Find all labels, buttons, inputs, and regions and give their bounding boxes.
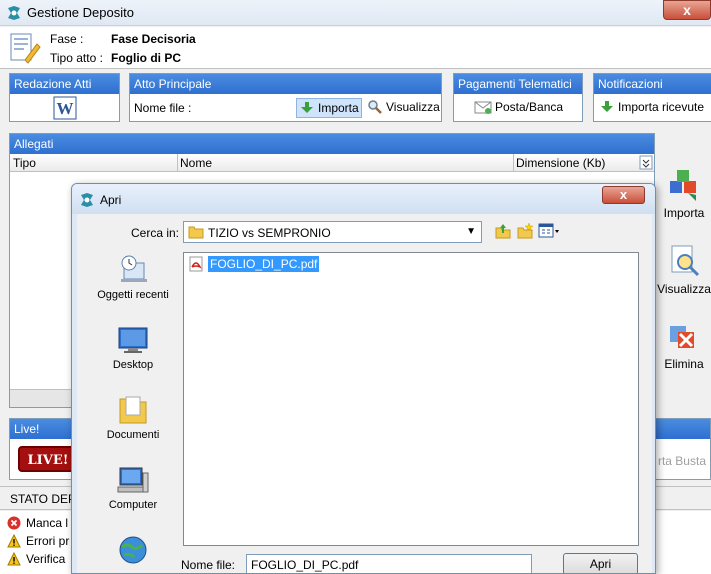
elimina-allegato-label: Elimina — [664, 357, 704, 371]
fase-label: Fase : — [50, 32, 84, 46]
tipo-atto-label: Tipo atto : — [50, 51, 103, 65]
column-header-dimensione[interactable]: Dimensione (Kb) — [516, 156, 605, 170]
main-titlebar: Gestione Deposito x — [0, 0, 711, 26]
file-list[interactable]: FOGLIO_DI_PC.pdf — [183, 252, 639, 546]
word-icon[interactable]: W — [53, 96, 77, 120]
look-in-label: Cerca in: — [131, 226, 180, 240]
open-button[interactable]: Apri — [563, 553, 638, 573]
dialog-body: Cerca in: TIZIO vs SEMPRONIO ▼ Oggetti r… — [77, 214, 652, 573]
magnifier-icon — [368, 100, 382, 114]
look-in-value: TIZIO vs SEMPRONIO — [208, 226, 331, 240]
visualizza-label: Visualizza — [386, 100, 440, 114]
place-documents[interactable]: Documenti — [83, 393, 183, 441]
place-label: Documenti — [106, 429, 160, 441]
dialog-title: Apri — [100, 193, 122, 207]
importa-allegato-label: Importa — [663, 206, 705, 220]
delete-icon — [670, 326, 694, 348]
visualizza-allegato-button[interactable]: Visualizza — [657, 243, 711, 296]
column-header-nome[interactable]: Nome — [180, 156, 212, 170]
place-label: Oggetti recenti — [97, 289, 169, 301]
stato-row-text: Verifica — [26, 552, 66, 566]
importa-allegato-button[interactable]: Importa — [657, 167, 711, 220]
stato-row-text: Errori pr — [26, 534, 70, 548]
filename-label: Nome file: — [181, 558, 236, 572]
list-item[interactable]: FOGLIO_DI_PC.pdf — [188, 256, 320, 272]
documents-folder-icon — [119, 396, 147, 424]
nome-file-label: Nome file : — [134, 101, 192, 115]
import-arrow-icon — [301, 102, 313, 113]
visualizza-atto-button[interactable]: Visualizza — [367, 99, 440, 115]
filename-input[interactable] — [246, 554, 532, 573]
window-title: Gestione Deposito — [27, 5, 134, 20]
recent-items-icon — [121, 255, 147, 282]
app-logo-icon — [81, 193, 93, 207]
visualizza-allegato-label: Visualizza — [657, 282, 711, 296]
network-globe-icon — [119, 536, 147, 564]
stato-row-text: Manca l — [26, 516, 69, 530]
new-folder-icon[interactable] — [516, 222, 534, 240]
list-item: Verifica — [7, 552, 65, 566]
chevron-down-icon: ▼ — [466, 226, 476, 237]
place-network[interactable] — [83, 533, 183, 569]
dialog-titlebar: Apri x — [72, 184, 655, 214]
pagamenti-telematici-title: Pagamenti Telematici — [454, 74, 582, 94]
view-menu-icon[interactable] — [538, 222, 560, 240]
carta-busta-label[interactable]: rta Busta — [658, 454, 706, 468]
import-arrow-icon — [601, 101, 613, 112]
column-chooser-icon[interactable] — [639, 155, 653, 170]
place-label: Computer — [108, 499, 158, 511]
allegati-title: Allegati — [10, 134, 654, 154]
importa-ricevute-label: Importa ricevute — [618, 100, 705, 114]
posta-banca-button[interactable]: Posta/Banca — [474, 99, 563, 115]
tipo-atto-value: Foglio di PC — [111, 51, 181, 65]
places-bar: Oggetti recenti Desktop Documenti Comput… — [83, 253, 183, 573]
info-panel: Fase : Fase Decisoria Tipo atto : Foglio… — [0, 27, 711, 69]
notificazioni-title: Notificazioni — [594, 74, 711, 94]
place-label: Desktop — [112, 359, 154, 371]
look-in-dropdown[interactable]: TIZIO vs SEMPRONIO ▼ — [183, 221, 482, 243]
pagamenti-telematici-group: Pagamenti Telematici Posta/Banca — [453, 73, 583, 122]
importa-ricevute-button[interactable]: Importa ricevute — [599, 99, 704, 115]
view-document-icon — [671, 245, 700, 277]
posta-banca-label: Posta/Banca — [495, 100, 564, 114]
envelope-icon — [474, 101, 492, 114]
file-name: FOGLIO_DI_PC.pdf — [208, 256, 320, 272]
redazione-atti-group: Redazione Atti W — [9, 73, 120, 122]
place-computer[interactable]: Computer — [83, 463, 183, 511]
up-folder-icon[interactable] — [494, 222, 512, 240]
app-logo-icon — [8, 6, 20, 20]
importa-label: Importa — [318, 101, 359, 115]
folder-icon — [188, 226, 204, 239]
live-button[interactable]: LIVE! — [18, 446, 78, 472]
svg-text:W: W — [57, 99, 74, 118]
error-icon — [7, 516, 21, 530]
list-item: Manca l — [7, 516, 68, 530]
warning-icon — [7, 552, 21, 566]
place-recent[interactable]: Oggetti recenti — [83, 253, 183, 301]
importa-atto-button[interactable]: Importa — [296, 98, 362, 118]
atto-principale-title: Atto Principale — [130, 74, 441, 94]
dialog-close-button[interactable]: x — [602, 186, 645, 204]
elimina-allegato-button[interactable]: Elimina — [657, 318, 711, 371]
open-file-dialog: Apri x Cerca in: TIZIO vs SEMPRONIO ▼ Og… — [71, 183, 656, 574]
redazione-atti-title: Redazione Atti — [10, 74, 119, 94]
pdf-file-icon — [189, 256, 203, 272]
allegati-column-headers: Tipo Nome Dimensione (Kb) — [10, 154, 654, 172]
warning-icon — [7, 534, 21, 548]
import-cubes-icon — [670, 170, 696, 201]
fase-value: Fase Decisoria — [111, 32, 196, 46]
list-item: Errori pr — [7, 534, 69, 548]
notificazioni-group: Notificazioni Importa ricevute — [593, 73, 711, 122]
desktop-icon — [118, 327, 148, 353]
place-desktop[interactable]: Desktop — [83, 323, 183, 371]
window-close-button[interactable]: x — [663, 0, 711, 20]
computer-icon — [117, 467, 149, 493]
atto-principale-group: Atto Principale Nome file : Importa Visu… — [129, 73, 442, 122]
column-header-tipo[interactable]: Tipo — [13, 156, 36, 170]
document-edit-icon — [10, 33, 41, 64]
